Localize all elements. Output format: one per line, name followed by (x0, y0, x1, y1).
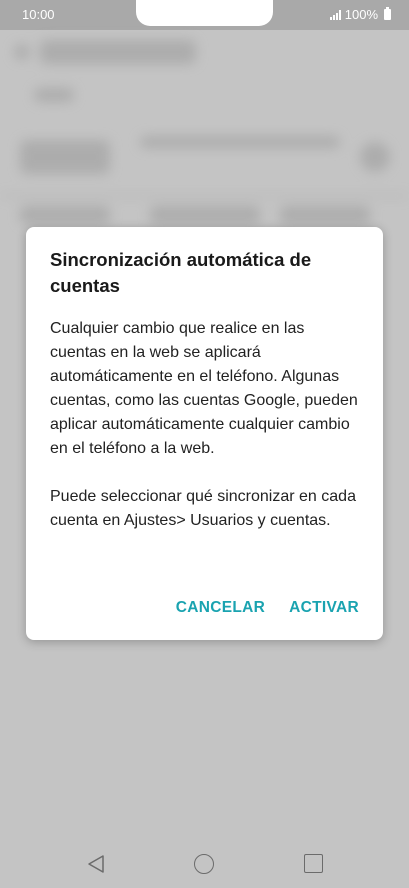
status-time: 10:00 (22, 7, 55, 22)
recents-icon[interactable] (304, 854, 323, 873)
navigation-bar (0, 842, 409, 888)
status-indicators: 100% (329, 7, 391, 22)
cancel-button[interactable]: CANCELAR (176, 599, 265, 617)
home-icon[interactable] (194, 854, 214, 874)
battery-percentage: 100% (344, 7, 378, 22)
back-icon[interactable] (86, 854, 106, 874)
signal-icon (329, 9, 341, 20)
dialog-paragraph: Puede seleccionar qué sincronizar en cad… (50, 488, 356, 529)
dialog-message: Cualquier cambio que realice en las cuen… (50, 317, 362, 557)
camera-notch (136, 0, 273, 26)
dialog-actions: CANCELAR ACTIVAR (176, 599, 359, 617)
auto-sync-dialog: Sincronización automática de cuentas Cua… (26, 227, 383, 640)
activate-button[interactable]: ACTIVAR (289, 599, 359, 617)
phone-screen: 10:00 100% Sincronización automática de … (0, 0, 409, 888)
dialog-title: Sincronización automática de cuentas (50, 249, 312, 296)
dialog-paragraph: Cualquier cambio que realice en las cuen… (50, 320, 358, 457)
battery-icon (384, 7, 391, 20)
